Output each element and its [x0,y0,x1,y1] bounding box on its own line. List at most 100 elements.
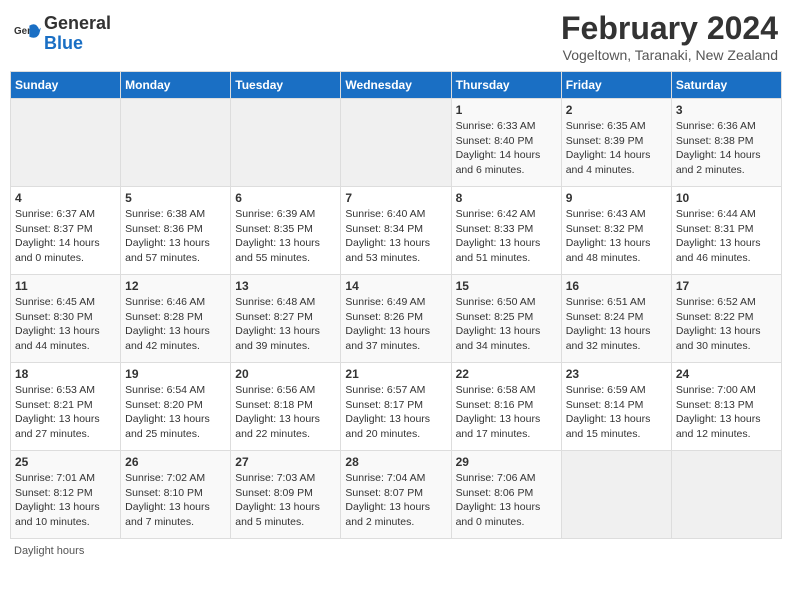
calendar-cell: 24Sunrise: 7:00 AM Sunset: 8:13 PM Dayli… [671,363,781,451]
calendar-cell: 10 Sunrise: 6:44 AM Sunset: 8:31 PM Dayli… [671,187,781,275]
day-number: 11 [15,279,116,293]
day-info: Sunrise: 6:37 AM Sunset: 8:37 PM Dayligh… [15,207,116,266]
logo-icon: Gen [14,20,42,48]
calendar-body: 1 Sunrise: 6:33 AM Sunset: 8:40 PM Daylig… [11,99,782,539]
logo: Gen GeneralBlue [14,14,111,54]
day-number: 29 [456,455,557,469]
calendar-cell: 13 Sunrise: 6:48 AM Sunset: 8:27 PM Dayli… [231,275,341,363]
calendar-cell: 5 Sunrise: 6:38 AM Sunset: 8:36 PM Daylig… [121,187,231,275]
day-number: 12 [125,279,226,293]
page-title: February 2024 [561,10,778,47]
day-number: 27 [235,455,336,469]
calendar-cell: 14Sunrise: 6:49 AM Sunset: 8:26 PM Dayli… [341,275,451,363]
calendar-cell: 8 Sunrise: 6:42 AM Sunset: 8:33 PM Daylig… [451,187,561,275]
calendar-cell: 19 Sunrise: 6:54 AM Sunset: 8:20 PM Dayli… [121,363,231,451]
weekday-header-saturday: Saturday [671,72,781,99]
day-number: 3 [676,103,777,117]
day-info: Sunrise: 6:40 AM Sunset: 8:34 PM Dayligh… [345,207,446,266]
logo-text: GeneralBlue [44,14,111,54]
day-info: Sunrise: 6:58 AM Sunset: 8:16 PM Dayligh… [456,383,557,442]
day-number: 13 [235,279,336,293]
day-number: 1 [456,103,557,117]
day-number: 16 [566,279,667,293]
day-info: Sunrise: 6:43 AM Sunset: 8:32 PM Dayligh… [566,207,667,266]
day-number: 21 [345,367,446,381]
calendar-cell: 17 Sunrise: 6:52 AM Sunset: 8:22 PM Dayli… [671,275,781,363]
day-info: Sunrise: 6:49 AM Sunset: 8:26 PM Dayligh… [345,295,446,354]
day-info: Sunrise: 6:45 AM Sunset: 8:30 PM Dayligh… [15,295,116,354]
day-info: Sunrise: 6:46 AM Sunset: 8:28 PM Dayligh… [125,295,226,354]
day-info: Sunrise: 6:59 AM Sunset: 8:14 PM Dayligh… [566,383,667,442]
day-info: Sunrise: 6:48 AM Sunset: 8:27 PM Dayligh… [235,295,336,354]
calendar-cell: 25 Sunrise: 7:01 AM Sunset: 8:12 PM Dayli… [11,451,121,539]
day-number: 23 [566,367,667,381]
day-number: 6 [235,191,336,205]
day-number: 19 [125,367,226,381]
calendar-cell: 16 Sunrise: 6:51 AM Sunset: 8:24 PM Dayli… [561,275,671,363]
day-info: Sunrise: 7:01 AM Sunset: 8:12 PM Dayligh… [15,471,116,530]
day-info: Sunrise: 6:39 AM Sunset: 8:35 PM Dayligh… [235,207,336,266]
calendar-cell: 29Sunrise: 7:06 AM Sunset: 8:06 PM Dayli… [451,451,561,539]
day-info: Sunrise: 6:57 AM Sunset: 8:17 PM Dayligh… [345,383,446,442]
day-info: Sunrise: 7:00 AM Sunset: 8:13 PM Dayligh… [676,383,777,442]
page-subtitle: Vogeltown, Taranaki, New Zealand [561,47,778,63]
day-number: 22 [456,367,557,381]
day-info: Sunrise: 6:54 AM Sunset: 8:20 PM Dayligh… [125,383,226,442]
day-number: 26 [125,455,226,469]
day-number: 17 [676,279,777,293]
day-info: Sunrise: 6:42 AM Sunset: 8:33 PM Dayligh… [456,207,557,266]
title-block: February 2024 Vogeltown, Taranaki, New Z… [561,10,778,63]
day-info: Sunrise: 6:44 AM Sunset: 8:31 PM Dayligh… [676,207,777,266]
calendar-week-2: 11 Sunrise: 6:45 AM Sunset: 8:30 PM Dayli… [11,275,782,363]
calendar-cell [671,451,781,539]
day-number: 25 [15,455,116,469]
calendar-cell: 21 Sunrise: 6:57 AM Sunset: 8:17 PM Dayli… [341,363,451,451]
day-number: 10 [676,191,777,205]
calendar-cell: 28 Sunrise: 7:04 AM Sunset: 8:07 PM Dayli… [341,451,451,539]
day-number: 5 [125,191,226,205]
calendar-cell: 23 Sunrise: 6:59 AM Sunset: 8:14 PM Dayli… [561,363,671,451]
day-number: 7 [345,191,446,205]
day-number: 4 [15,191,116,205]
calendar-cell [11,99,121,187]
weekday-header-sunday: Sunday [11,72,121,99]
day-info: Sunrise: 6:53 AM Sunset: 8:21 PM Dayligh… [15,383,116,442]
calendar-week-0: 1 Sunrise: 6:33 AM Sunset: 8:40 PM Daylig… [11,99,782,187]
day-info: Sunrise: 6:51 AM Sunset: 8:24 PM Dayligh… [566,295,667,354]
day-info: Sunrise: 6:52 AM Sunset: 8:22 PM Dayligh… [676,295,777,354]
weekday-header-friday: Friday [561,72,671,99]
day-number: 28 [345,455,446,469]
calendar-header: SundayMondayTuesdayWednesdayThursdayFrid… [11,72,782,99]
calendar-week-4: 25 Sunrise: 7:01 AM Sunset: 8:12 PM Dayli… [11,451,782,539]
day-number: 8 [456,191,557,205]
calendar-cell: 12 Sunrise: 6:46 AM Sunset: 8:28 PM Dayli… [121,275,231,363]
calendar-cell: 3Sunrise: 6:36 AM Sunset: 8:38 PM Daylig… [671,99,781,187]
calendar-cell: 1 Sunrise: 6:33 AM Sunset: 8:40 PM Daylig… [451,99,561,187]
day-info: Sunrise: 7:04 AM Sunset: 8:07 PM Dayligh… [345,471,446,530]
day-number: 2 [566,103,667,117]
calendar-week-1: 4 Sunrise: 6:37 AM Sunset: 8:37 PM Daylig… [11,187,782,275]
day-info: Sunrise: 6:33 AM Sunset: 8:40 PM Dayligh… [456,119,557,178]
day-info: Sunrise: 6:50 AM Sunset: 8:25 PM Dayligh… [456,295,557,354]
calendar-cell [231,99,341,187]
calendar-cell: 22 Sunrise: 6:58 AM Sunset: 8:16 PM Dayli… [451,363,561,451]
calendar-cell: 11 Sunrise: 6:45 AM Sunset: 8:30 PM Dayli… [11,275,121,363]
day-info: Sunrise: 6:56 AM Sunset: 8:18 PM Dayligh… [235,383,336,442]
calendar-cell [341,99,451,187]
calendar-cell: 20 Sunrise: 6:56 AM Sunset: 8:18 PM Dayli… [231,363,341,451]
page-header: Gen GeneralBlue February 2024 Vogeltown,… [10,10,782,63]
day-number: 18 [15,367,116,381]
day-info: Sunrise: 6:38 AM Sunset: 8:36 PM Dayligh… [125,207,226,266]
calendar-cell: 6 Sunrise: 6:39 AM Sunset: 8:35 PM Daylig… [231,187,341,275]
calendar-cell: 27Sunrise: 7:03 AM Sunset: 8:09 PM Dayli… [231,451,341,539]
day-number: 15 [456,279,557,293]
calendar-week-3: 18 Sunrise: 6:53 AM Sunset: 8:21 PM Dayli… [11,363,782,451]
calendar-cell [561,451,671,539]
weekday-header-wednesday: Wednesday [341,72,451,99]
calendar-cell: 15 Sunrise: 6:50 AM Sunset: 8:25 PM Dayli… [451,275,561,363]
calendar-cell: 9Sunrise: 6:43 AM Sunset: 8:32 PM Daylig… [561,187,671,275]
calendar-cell: 4 Sunrise: 6:37 AM Sunset: 8:37 PM Daylig… [11,187,121,275]
calendar-cell: 18 Sunrise: 6:53 AM Sunset: 8:21 PM Dayli… [11,363,121,451]
day-number: 20 [235,367,336,381]
calendar-cell [121,99,231,187]
